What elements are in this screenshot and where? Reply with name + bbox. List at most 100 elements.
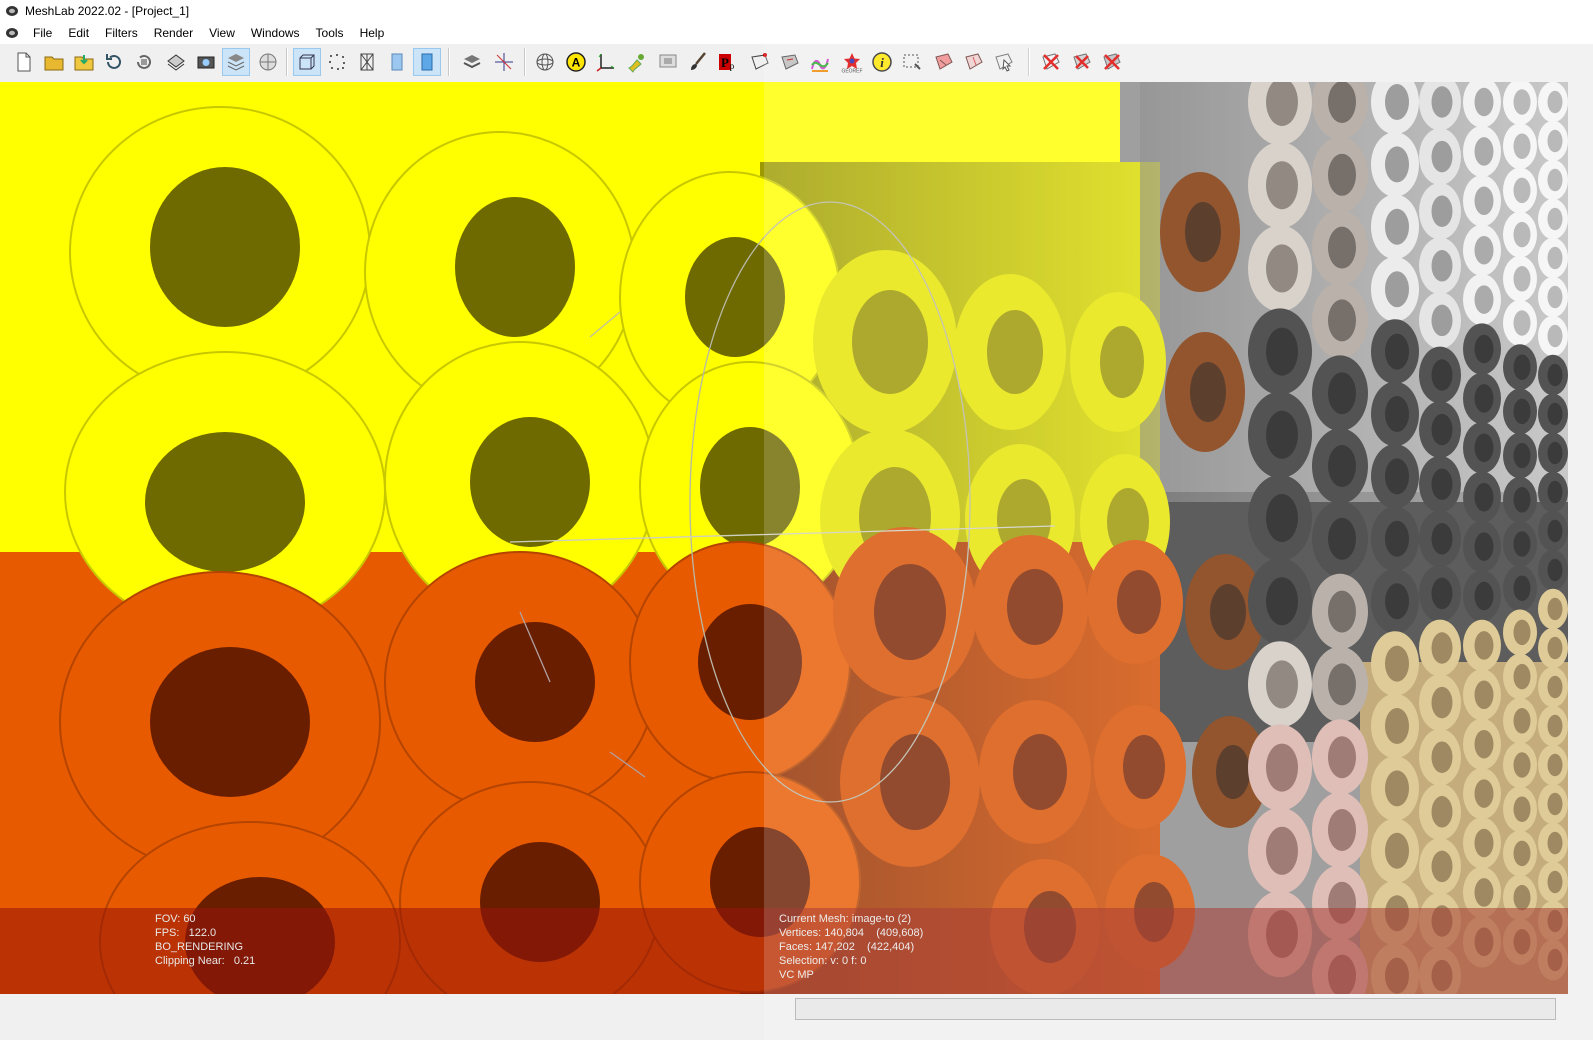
faces-text: Faces: 147,202 (422,404) — [779, 941, 915, 953]
tube-hole — [1474, 729, 1494, 759]
tube-hole — [1431, 686, 1453, 719]
tube-hole — [1385, 396, 1409, 432]
3d-viewport[interactable] — [0, 82, 1568, 994]
tube-hole — [1513, 177, 1531, 204]
tube-hole — [1266, 161, 1298, 210]
tube-hole — [1385, 333, 1409, 370]
tube-hole — [1547, 402, 1563, 426]
menu-render[interactable]: Render — [146, 22, 201, 44]
meshlab-menu-icon[interactable] — [5, 26, 19, 40]
tube-hole — [1513, 354, 1531, 380]
open-project-icon[interactable] — [40, 48, 68, 76]
tube-hole — [1328, 153, 1356, 196]
flat-icon[interactable] — [383, 48, 411, 76]
tube-hole — [1266, 494, 1298, 542]
tube-hole — [1385, 645, 1409, 682]
delete-faces-icon[interactable] — [1068, 48, 1096, 76]
select-faces-icon[interactable] — [776, 48, 804, 76]
toolbar-separator — [286, 48, 288, 76]
bounding-box-icon[interactable] — [293, 48, 321, 76]
align-icon[interactable] — [654, 48, 682, 76]
menu-view[interactable]: View — [201, 22, 243, 44]
menu-edit[interactable]: Edit — [60, 22, 97, 44]
fps-text: FPS: 122.0 — [155, 927, 217, 939]
select-region-icon[interactable] — [898, 48, 926, 76]
vertices-text: Vertices: 140,804 (409,608) — [779, 927, 924, 939]
manipulator-icon[interactable] — [490, 48, 518, 76]
reload-all-icon[interactable] — [130, 48, 158, 76]
paint-icon[interactable] — [622, 48, 650, 76]
tube-hole — [1431, 577, 1453, 610]
menu-tools[interactable]: Tools — [308, 22, 352, 44]
tube-hole — [1431, 86, 1453, 118]
new-project-icon[interactable] — [10, 48, 38, 76]
select-cursor-icon[interactable] — [990, 48, 1018, 76]
tube-hole — [1385, 583, 1409, 620]
svg-text:p: p — [730, 61, 735, 71]
tube-hole — [1513, 708, 1531, 734]
raster-icon[interactable] — [254, 48, 282, 76]
export-mesh-icon[interactable] — [162, 48, 190, 76]
tube-hole — [1328, 226, 1356, 269]
brush-icon[interactable] — [684, 48, 712, 76]
rendering-mode-text: BO_RENDERING — [155, 941, 244, 953]
mesh-attributes-text: VC MP — [779, 969, 814, 981]
wireframe-icon[interactable] — [353, 48, 381, 76]
selection-text: Selection: v: 0 f: 0 — [779, 955, 867, 967]
tube-hole — [1431, 796, 1453, 828]
tube-hole — [1547, 831, 1563, 855]
tube-hole — [1547, 519, 1563, 543]
layers-icon[interactable] — [222, 48, 250, 76]
tube-hole — [1431, 468, 1453, 500]
tube-hole — [1547, 558, 1563, 582]
delete-all-icon[interactable] — [1098, 48, 1126, 76]
import-mesh-icon[interactable] — [70, 48, 98, 76]
tube-hole — [1547, 129, 1563, 153]
mesh-render[interactable] — [0, 82, 1568, 994]
select-connected-icon[interactable] — [930, 48, 958, 76]
tube-hole — [1431, 741, 1453, 773]
tube-hole — [1474, 878, 1494, 907]
info-icon[interactable]: i — [868, 48, 896, 76]
tube-hole — [1547, 168, 1563, 192]
points-icon[interactable] — [323, 48, 351, 76]
measure-axis-icon[interactable] — [592, 48, 620, 76]
layer-dialog-icon[interactable] — [458, 48, 486, 76]
tube-hole — [1474, 137, 1494, 166]
tube-hole — [1513, 442, 1531, 469]
smooth-icon[interactable] — [413, 48, 441, 76]
tube-hole — [1431, 359, 1453, 391]
quality-mapper-icon[interactable] — [806, 48, 834, 76]
select-fragment-icon[interactable] — [960, 48, 988, 76]
title-bar: MeshLab 2022.02 - [Project_1] — [0, 0, 1593, 22]
annotation-icon[interactable]: A — [562, 48, 590, 76]
tube-hole — [1513, 884, 1531, 911]
tube-hole — [1474, 779, 1494, 808]
tube-hole — [1513, 398, 1531, 425]
progress-field — [795, 998, 1556, 1020]
tube-hole — [1266, 826, 1298, 875]
menu-help[interactable]: Help — [352, 22, 393, 44]
tube-hole — [1474, 581, 1494, 611]
tube-hole — [1474, 186, 1494, 216]
trackball-icon[interactable] — [531, 48, 559, 76]
reload-icon[interactable] — [100, 48, 128, 76]
svg-text:GEOREF: GEOREF — [841, 69, 862, 74]
tube-hole — [1328, 736, 1356, 779]
tube-hole — [1513, 89, 1531, 115]
point-picker-icon[interactable]: Pp — [714, 48, 742, 76]
tube-hole — [1385, 458, 1409, 495]
svg-text:i: i — [880, 55, 884, 70]
snapshot-icon[interactable] — [192, 48, 220, 76]
tube-hole — [1513, 531, 1531, 557]
status-bar — [0, 994, 1593, 1040]
tube-hole — [1547, 207, 1563, 231]
menu-filters[interactable]: Filters — [97, 22, 146, 44]
menu-windows[interactable]: Windows — [243, 22, 308, 44]
toolbar-separator — [1028, 48, 1030, 76]
georef-icon[interactable]: GEOREF — [838, 48, 866, 76]
delete-vertices-icon[interactable] — [1037, 48, 1065, 76]
tube-hole — [1328, 372, 1356, 415]
menu-file[interactable]: File — [25, 22, 60, 44]
select-vertices-icon[interactable] — [746, 48, 774, 76]
